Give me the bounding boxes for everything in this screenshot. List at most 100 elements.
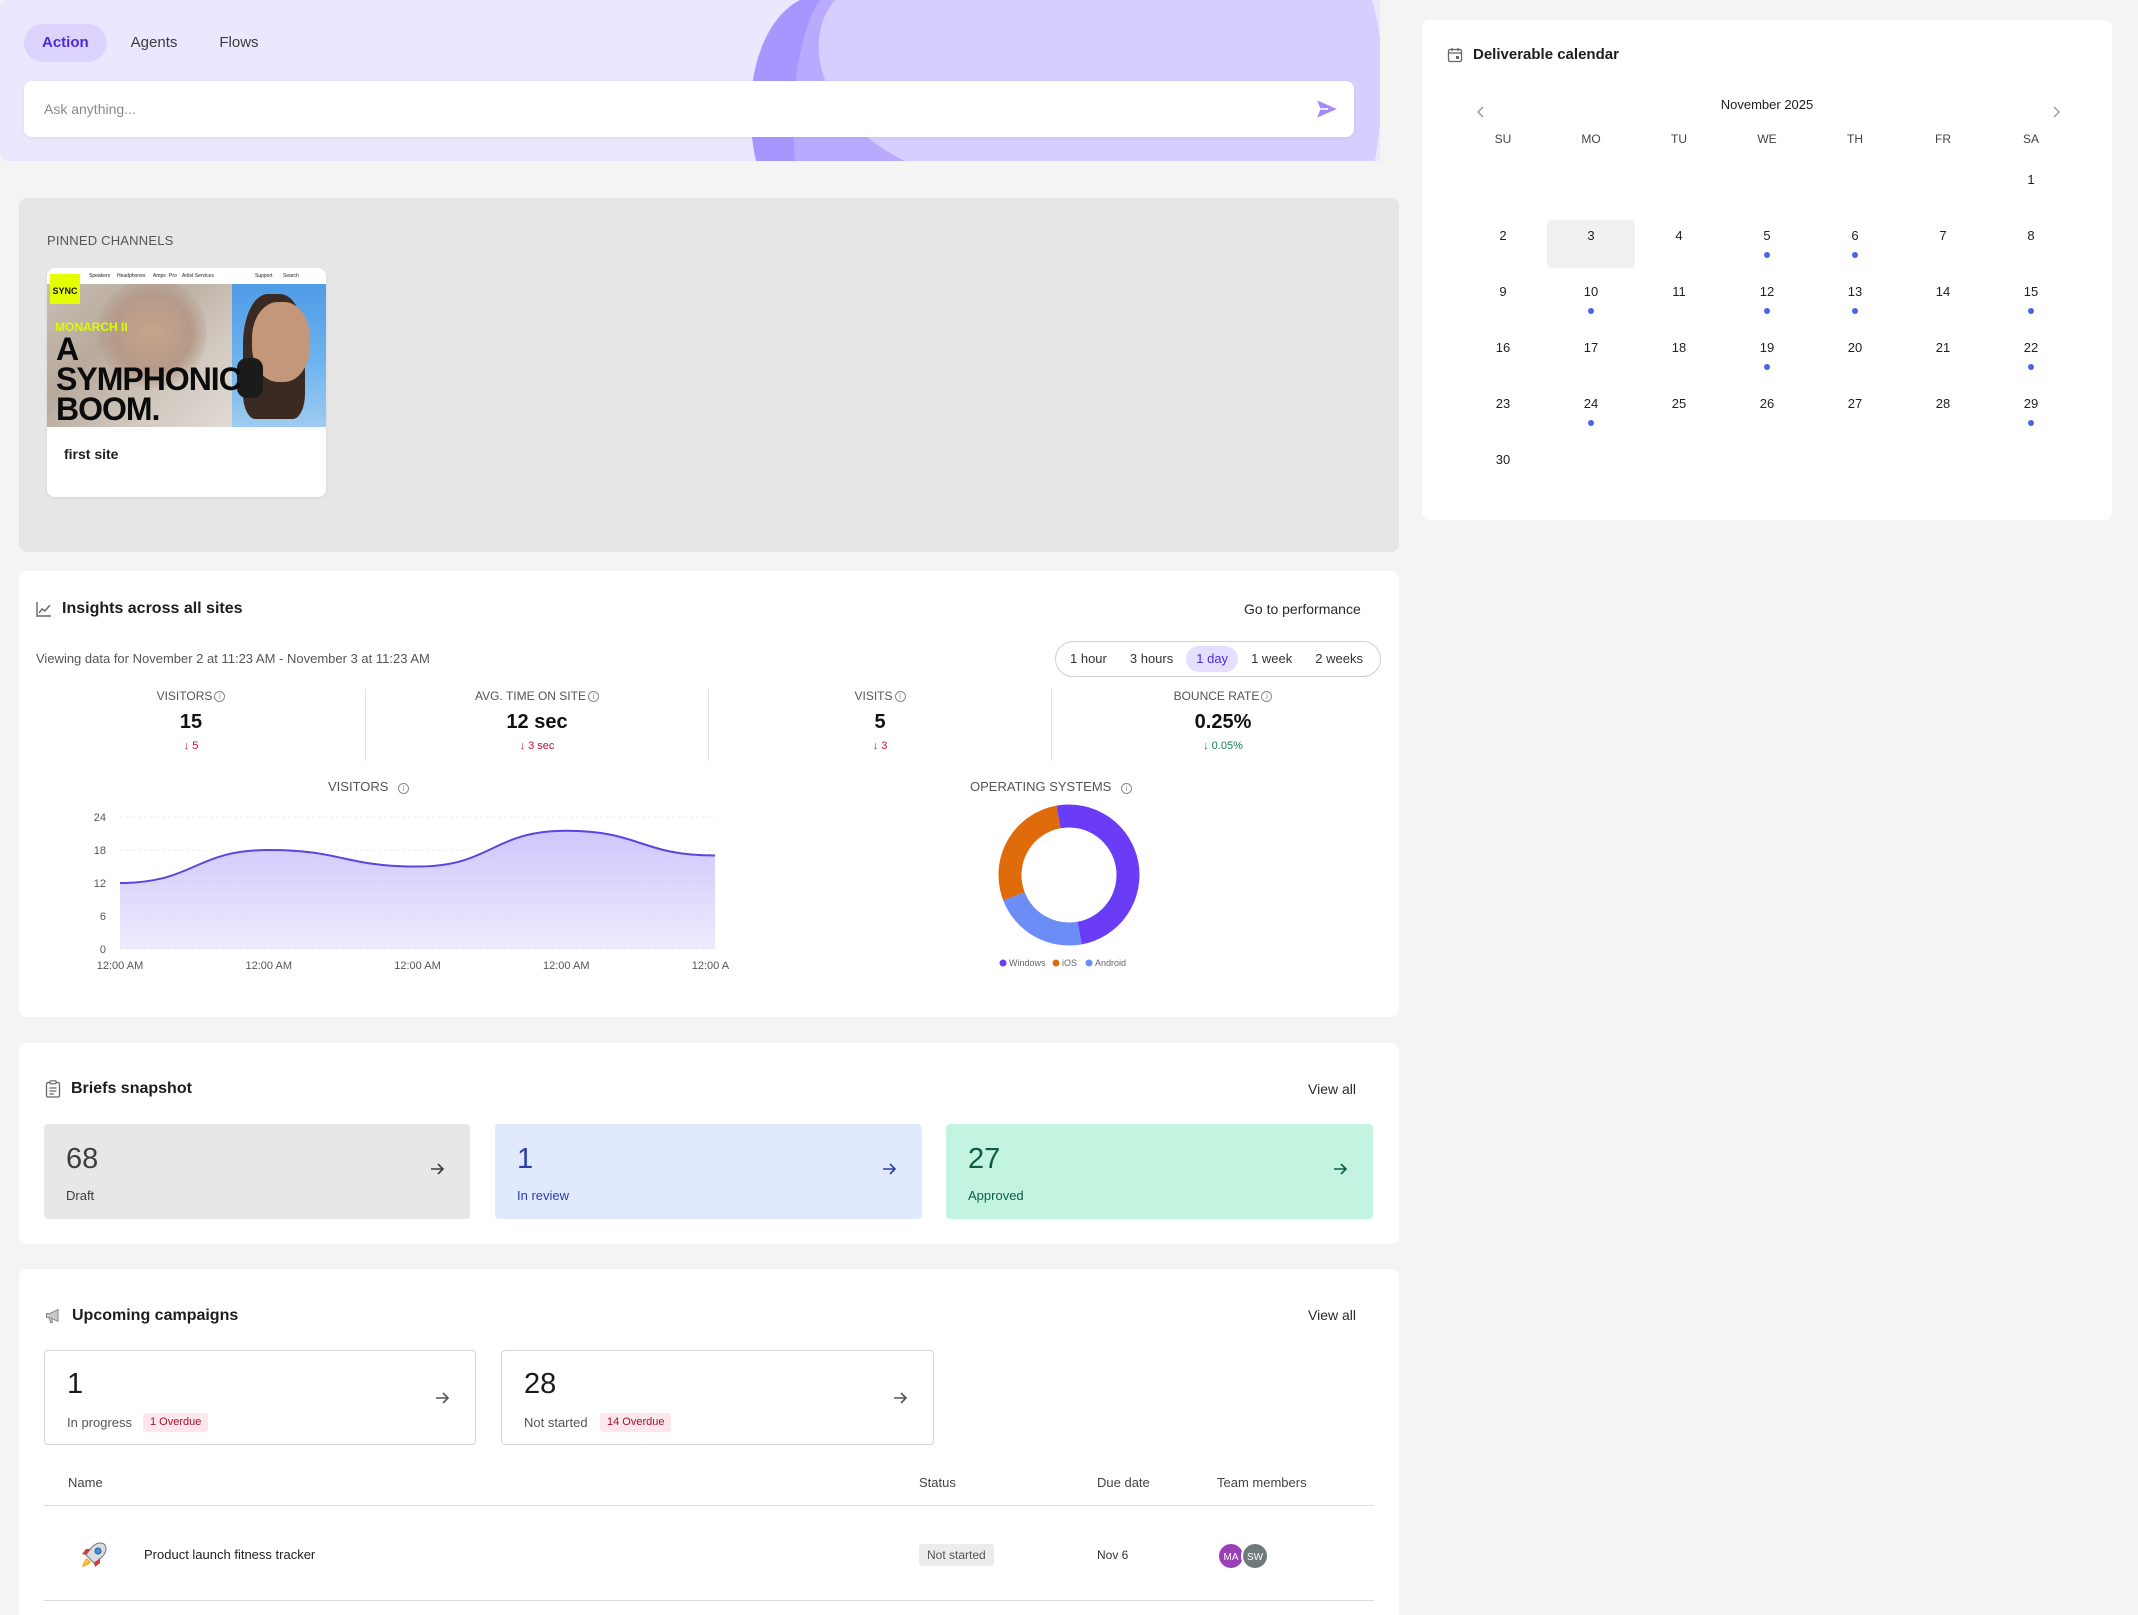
column-header-team-members[interactable]: Team members xyxy=(1217,1475,1307,1490)
calendar-day[interactable]: 28 xyxy=(1899,388,1987,436)
visitors-chart-title: VISITORS i xyxy=(328,779,410,794)
column-header-due-date[interactable]: Due date xyxy=(1097,1475,1150,1490)
calendar-day[interactable]: 27 xyxy=(1811,388,1899,436)
metric-visits: VISITS i 5 ↓ 3 xyxy=(708,689,1052,761)
calendar-day[interactable]: 5 xyxy=(1723,220,1811,268)
calendar-day[interactable]: 30 xyxy=(1459,444,1547,492)
calendar-day[interactable]: 2 xyxy=(1459,220,1547,268)
thumb-nav-item: Headphones xyxy=(117,273,146,279)
info-icon[interactable]: i xyxy=(587,691,599,702)
row-divider xyxy=(44,1600,1374,1601)
calendar-day[interactable]: 23 xyxy=(1459,388,1547,436)
metric-delta: ↓ 3 sec xyxy=(519,740,555,752)
calendar-day[interactable]: 6 xyxy=(1811,220,1899,268)
calendar-day[interactable]: 3 xyxy=(1547,220,1635,268)
arrow-right-icon xyxy=(436,1392,450,1404)
insights-title: Insights across all sites xyxy=(62,600,243,617)
event-dot xyxy=(1764,308,1770,314)
calendar-day[interactable]: 25 xyxy=(1635,388,1723,436)
column-header-status[interactable]: Status xyxy=(919,1475,956,1490)
calendar-day[interactable]: 21 xyxy=(1899,332,1987,380)
due-date: Nov 6 xyxy=(1097,1548,1129,1562)
day-number: 13 xyxy=(1847,284,1863,299)
site-card[interactable]: Speakers Headphones Amps Pro Artist Serv… xyxy=(47,268,326,497)
brief-tile-draft[interactable]: 68 Draft xyxy=(44,1124,470,1219)
os-chart-title: OPERATING SYSTEMS i xyxy=(970,779,1132,794)
calendar-day[interactable]: 9 xyxy=(1459,276,1547,324)
day-number: 18 xyxy=(1671,340,1687,355)
metric-delta: ↓ 5 xyxy=(183,740,199,752)
info-icon[interactable]: i xyxy=(894,691,906,702)
calendar-day[interactable]: 13 xyxy=(1811,276,1899,324)
send-icon[interactable] xyxy=(1314,96,1340,122)
go-to-performance-link[interactable]: Go to performance xyxy=(1244,601,1361,617)
calendar-day[interactable]: 15 xyxy=(1987,276,2075,324)
tab-flows[interactable]: Flows xyxy=(201,24,276,62)
calendar-day[interactable]: 18 xyxy=(1635,332,1723,380)
visitors-area-chart: 0 6 12 18 24 12:00 AM 12:00 AM 12:00 AM 12:00 AM… xyxy=(94,812,729,971)
range-1-day[interactable]: 1 day xyxy=(1186,646,1239,672)
info-icon[interactable]: i xyxy=(1261,691,1273,702)
arrow-right-icon xyxy=(894,1392,908,1404)
line-chart-icon xyxy=(36,602,51,617)
info-icon[interactable]: i xyxy=(1120,783,1132,794)
day-number: 19 xyxy=(1759,340,1775,355)
range-1-week[interactable]: 1 week xyxy=(1241,646,1302,672)
event-dot xyxy=(1852,308,1858,314)
day-number: 28 xyxy=(1935,396,1951,411)
event-dot xyxy=(2028,308,2034,314)
os-chart-title-text: OPERATING SYSTEMS xyxy=(970,779,1112,794)
metric-label: BOUNCE RATE xyxy=(1173,689,1260,703)
os-donut-chart: Windows iOS Android xyxy=(998,804,1140,968)
thumb-nav: Speakers Headphones Amps Pro Artist Serv… xyxy=(47,268,326,284)
day-number: 11 xyxy=(1672,284,1686,299)
calendar-day[interactable]: 10 xyxy=(1547,276,1635,324)
weekday-label: WE xyxy=(1757,132,1777,146)
range-1-hour[interactable]: 1 hour xyxy=(1060,646,1117,672)
calendar-day[interactable]: 14 xyxy=(1899,276,1987,324)
chevron-left-icon[interactable] xyxy=(1474,105,1488,119)
tab-agents[interactable]: Agents xyxy=(113,24,196,62)
calendar-day[interactable]: 24 xyxy=(1547,388,1635,436)
calendar-day[interactable]: 20 xyxy=(1811,332,1899,380)
x-tick-label: 12:00 AM xyxy=(394,960,440,971)
calendar-day[interactable]: 1 xyxy=(1987,164,2075,212)
avatar[interactable]: SW xyxy=(1241,1542,1269,1570)
calendar-day[interactable]: 22 xyxy=(1987,332,2075,380)
briefs-header: Briefs snapshot xyxy=(45,1080,192,1098)
calendar-day[interactable]: 4 xyxy=(1635,220,1723,268)
ask-bar xyxy=(24,81,1354,137)
calendar-day[interactable]: 19 xyxy=(1723,332,1811,380)
brief-tile-approved[interactable]: 27 Approved xyxy=(946,1124,1373,1219)
campaign-tile-in-progress[interactable]: 1 In progress 1 Overdue xyxy=(44,1350,476,1445)
calendar-day[interactable]: 12 xyxy=(1723,276,1811,324)
event-dot xyxy=(2028,364,2034,370)
calendar-day[interactable]: 17 xyxy=(1547,332,1635,380)
arrow-right-icon xyxy=(431,1163,445,1175)
range-3-hours[interactable]: 3 hours xyxy=(1120,646,1183,672)
metric-delta: ↓ 3 xyxy=(872,740,888,752)
y-tick-label: 0 xyxy=(100,944,106,956)
calendar-day[interactable]: 26 xyxy=(1723,388,1811,436)
brief-tile-in-review[interactable]: 1 In review xyxy=(495,1124,922,1219)
day-number: 24 xyxy=(1583,396,1599,411)
tab-action[interactable]: Action xyxy=(24,24,107,62)
briefs-view-all-link[interactable]: View all xyxy=(1308,1081,1356,1097)
day-number: 17 xyxy=(1583,340,1599,355)
tile-label: Draft xyxy=(66,1188,95,1203)
chevron-right-icon[interactable] xyxy=(2049,105,2063,119)
event-dot xyxy=(1764,252,1770,258)
campaigns-view-all-link[interactable]: View all xyxy=(1308,1307,1356,1323)
calendar-day[interactable]: 11 xyxy=(1635,276,1723,324)
calendar-day[interactable]: 29 xyxy=(1987,388,2075,436)
campaign-tile-not-started[interactable]: 28 Not started 14 Overdue xyxy=(501,1350,934,1445)
calendar-day[interactable]: 7 xyxy=(1899,220,1987,268)
calendar-day[interactable]: 8 xyxy=(1987,220,2075,268)
info-icon[interactable]: i xyxy=(398,783,410,794)
column-header-name[interactable]: Name xyxy=(68,1475,103,1490)
info-icon[interactable]: i xyxy=(214,691,226,702)
day-number: 1 xyxy=(2027,172,2035,187)
ask-input[interactable] xyxy=(44,81,1274,137)
calendar-day[interactable]: 16 xyxy=(1459,332,1547,380)
range-2-weeks[interactable]: 2 weeks xyxy=(1305,646,1373,672)
